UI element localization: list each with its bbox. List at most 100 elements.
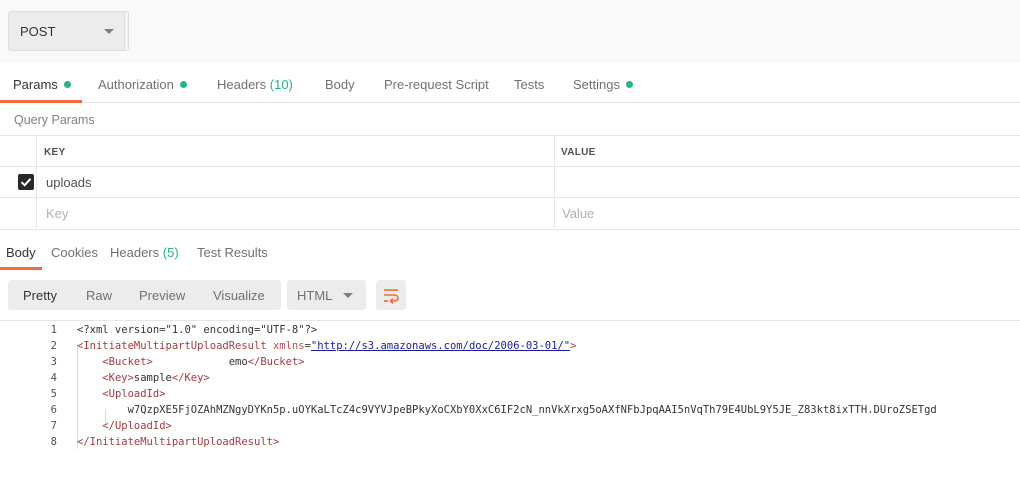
code-line: 3 <Bucket> emo</Bucket> — [0, 354, 1020, 370]
param-value-cell[interactable] — [555, 167, 1020, 197]
code-token: emo — [152, 356, 248, 368]
param-key-cell[interactable]: uploads — [37, 167, 555, 197]
status-dot-icon — [625, 81, 633, 88]
checkmark-icon — [20, 178, 32, 187]
query-params-title: Query Params — [14, 113, 95, 127]
new-key-input[interactable]: Key — [37, 198, 555, 228]
tab-response-headers[interactable]: Headers (5) — [110, 245, 179, 260]
code-token: <UploadId> — [102, 388, 166, 400]
code-text: <Bucket> emo</Bucket> — [77, 354, 305, 370]
tab-label: Tests — [514, 77, 545, 92]
value-header-cell: VALUE — [555, 136, 1020, 166]
code-text: <?xml version="1.0" encoding="UTF-8"?> — [77, 322, 317, 338]
tab-headers[interactable]: Headers (10) — [217, 77, 293, 92]
code-line: 4 <Key>sample</Key> — [0, 370, 1020, 386]
key-placeholder: Key — [46, 206, 69, 221]
line-number: 3 — [50, 356, 57, 368]
tab-pre-request-script[interactable]: Pre-request Script — [384, 77, 489, 92]
key-column-header: KEY — [44, 147, 66, 158]
code-text: </UploadId> — [77, 418, 172, 434]
active-tab-indicator — [0, 100, 82, 103]
line-number: 4 — [50, 372, 57, 384]
line-number: 1 — [50, 324, 57, 336]
code-token: "http://s3.amazonaws.com/doc/2006-03-01/… — [310, 340, 571, 352]
tab-response-body[interactable]: Body — [6, 245, 36, 260]
code-token: <Bucket> — [102, 356, 153, 368]
view-visualize-button[interactable]: Visualize — [213, 288, 265, 303]
wrap-lines-icon — [384, 289, 399, 304]
tab-label: Pre-request Script — [384, 77, 489, 92]
code-text: <Key>sample</Key> — [77, 370, 210, 386]
code-token: <InitiateMultipartUploadResult — [77, 340, 273, 352]
check-cell — [0, 198, 37, 228]
code-token: > — [570, 340, 577, 352]
status-dot-icon — [179, 81, 187, 88]
value-placeholder: Value — [562, 206, 595, 221]
request-tabs: Params Authorization Headers (10) Body P… — [0, 63, 1020, 103]
line-number: 7 — [50, 420, 57, 432]
view-raw-button[interactable]: Raw — [86, 288, 112, 303]
code-text: <UploadId> — [77, 386, 166, 402]
code-token: </Key> — [171, 372, 210, 384]
tab-authorization[interactable]: Authorization — [98, 77, 187, 92]
active-tab-indicator — [0, 267, 42, 270]
code-text: <InitiateMultipartUploadResult xmlns="ht… — [77, 338, 576, 354]
status-dot-icon — [63, 81, 71, 88]
code-token: </Bucket> — [247, 356, 305, 368]
code-token: <?xml version="1.0" encoding="UTF-8"?> — [77, 324, 318, 336]
check-cell — [0, 167, 37, 197]
tab-test-results[interactable]: Test Results — [197, 245, 268, 260]
tab-count: (10) — [269, 77, 293, 92]
header-check-cell — [0, 136, 37, 166]
code-line: 5 <UploadId> — [0, 386, 1020, 402]
tab-label: Headers — [110, 245, 160, 260]
format-select[interactable]: HTML — [287, 280, 366, 310]
code-token: xmlns — [272, 340, 305, 352]
tab-label: Headers — [217, 77, 267, 92]
wrap-lines-button[interactable] — [376, 280, 406, 310]
view-pretty-button[interactable]: Pretty — [23, 288, 57, 303]
tab-params[interactable]: Params — [13, 77, 71, 92]
tab-label: Test Results — [197, 245, 268, 260]
param-key: uploads — [46, 175, 92, 190]
tab-label: Authorization — [98, 77, 174, 92]
code-token: w7QzpXE5FjOZAhMZNgyDYKn5p.uOYKaLTcZ4c9VY… — [77, 404, 937, 416]
response-code-viewer[interactable]: 1 <?xml version="1.0" encoding="UTF-8"?> 2… — [0, 320, 1020, 484]
code-token: sample — [133, 372, 172, 384]
chevron-down-icon — [104, 29, 114, 34]
line-number: 6 — [50, 404, 57, 416]
tab-label: Cookies — [51, 245, 98, 260]
code-token: </UploadId> — [102, 420, 172, 432]
method-select[interactable]: POST — [8, 11, 129, 51]
tab-body[interactable]: Body — [325, 77, 355, 92]
code-line: 2 <InitiateMultipartUploadResult xmlns="h… — [0, 338, 1020, 354]
tab-tests[interactable]: Tests — [514, 77, 544, 92]
tab-label: Params — [13, 77, 58, 92]
url-input-edge[interactable] — [124, 12, 128, 50]
new-value-input[interactable]: Value — [555, 198, 1020, 228]
code-line: 8 </InitiateMultipartUploadResult> — [0, 434, 1020, 450]
code-line: 7 </UploadId> — [0, 418, 1020, 434]
param-enabled-checkbox[interactable] — [18, 174, 34, 190]
view-preview-button[interactable]: Preview — [139, 288, 185, 303]
tab-cookies[interactable]: Cookies — [51, 245, 98, 260]
table-header-row: KEY VALUE — [0, 135, 1020, 166]
code-line: 1 <?xml version="1.0" encoding="UTF-8"?> — [0, 322, 1020, 338]
tab-label: Body — [325, 77, 355, 92]
line-number: 8 — [50, 436, 57, 448]
chevron-down-icon — [343, 293, 353, 298]
table-row-empty: Key Value — [0, 197, 1020, 228]
table-row: uploads — [0, 166, 1020, 197]
line-number: 2 — [50, 340, 57, 352]
code-text: w7QzpXE5FjOZAhMZNgyDYKn5p.uOYKaLTcZ4c9VY… — [77, 402, 937, 418]
code-token: </InitiateMultipartUploadResult> — [77, 436, 280, 448]
request-bar: POST — [0, 0, 1020, 63]
tab-settings[interactable]: Settings — [573, 77, 633, 92]
view-mode-switcher: Pretty Raw Preview Visualize — [8, 280, 281, 310]
format-label: HTML — [297, 288, 333, 303]
tab-count: (5) — [162, 245, 179, 260]
code-text: </InitiateMultipartUploadResult> — [77, 434, 279, 450]
